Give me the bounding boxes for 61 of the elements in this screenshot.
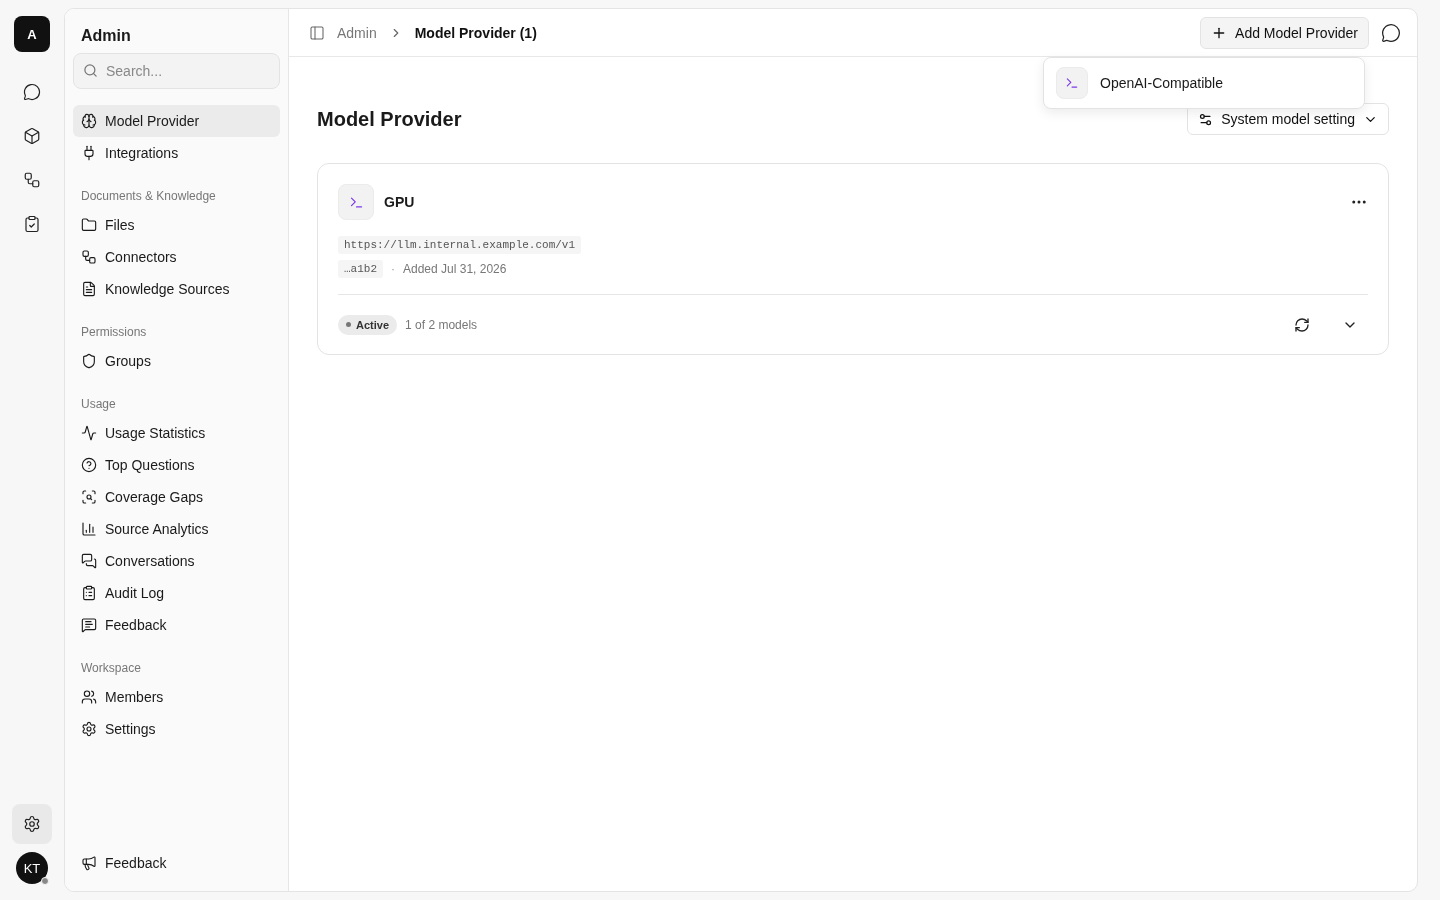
folder-icon xyxy=(81,217,97,233)
megaphone-icon xyxy=(81,855,97,871)
section-heading: Permissions xyxy=(80,324,148,341)
api-key: …a1b2 xyxy=(338,260,383,278)
document-icon xyxy=(81,281,97,297)
bar-chart-icon xyxy=(81,521,97,537)
nav-item[interactable]: Model Provider xyxy=(73,105,280,137)
separator-dot: · xyxy=(391,262,395,276)
settings-icon xyxy=(81,721,97,737)
nav-item[interactable]: Settings xyxy=(73,713,280,745)
nav-item[interactable]: Feedback xyxy=(73,609,280,641)
added-date: Added Jul 31, 2026 xyxy=(403,262,507,276)
plug-icon xyxy=(81,145,97,161)
nav-item[interactable]: Connectors xyxy=(73,241,280,273)
shield-icon xyxy=(81,353,97,369)
nav-item[interactable]: Members xyxy=(73,681,280,713)
settings-button[interactable] xyxy=(12,804,52,844)
nav-item[interactable]: Files xyxy=(73,209,280,241)
chat-icon[interactable] xyxy=(1381,22,1401,43)
message-icon xyxy=(81,617,97,633)
scan-icon xyxy=(81,489,97,505)
breadcrumb-item: Model Provider (1) xyxy=(414,24,537,41)
nav-item[interactable]: Top Questions xyxy=(73,449,280,481)
nav-item[interactable]: Integrations xyxy=(73,137,280,169)
brain-icon xyxy=(81,113,97,129)
chat-bubbles-icon xyxy=(81,553,97,569)
pulse-icon xyxy=(81,425,97,441)
page-title: Model Provider xyxy=(317,107,462,131)
nav-item[interactable]: Conversations xyxy=(73,545,280,577)
search-icon xyxy=(83,63,98,78)
sidebar-toggle-icon[interactable] xyxy=(309,24,325,41)
users-icon xyxy=(81,689,97,705)
model-count: 1 of 2 models xyxy=(405,317,478,332)
gear-icon xyxy=(23,815,41,833)
connector-icon xyxy=(81,249,97,265)
terminal-icon xyxy=(338,184,374,220)
sidebar-title: Admin xyxy=(80,26,132,46)
provider-url: https://llm.internal.example.com/v1 xyxy=(338,236,582,254)
feedback-link[interactable]: Feedback xyxy=(73,847,280,879)
nav-item[interactable]: Source Analytics xyxy=(73,513,280,545)
sliders-icon xyxy=(1198,111,1214,127)
app-logo[interactable]: A xyxy=(14,16,50,52)
nav-item[interactable]: Usage Statistics xyxy=(73,417,280,449)
clipboard-icon xyxy=(81,585,97,601)
search-field[interactable]: Search... xyxy=(73,53,280,89)
help-icon xyxy=(81,457,97,473)
section-heading: Usage xyxy=(80,396,117,413)
nav-item[interactable]: Groups xyxy=(73,345,280,377)
refresh-icon[interactable] xyxy=(1294,316,1310,333)
breadcrumb-item[interactable]: Admin xyxy=(337,24,377,41)
user-avatar[interactable]: KT xyxy=(16,852,48,884)
add-provider-button[interactable]: Add Model Provider xyxy=(1200,16,1369,49)
provider-name: GPU xyxy=(384,194,416,210)
section-heading: Workspace xyxy=(80,660,142,677)
section-heading: Documents & Knowledge xyxy=(80,188,217,205)
terminal-icon xyxy=(1056,67,1088,99)
nav-item[interactable]: Knowledge Sources xyxy=(73,273,280,305)
status-badge: Active xyxy=(338,314,398,335)
nav-item[interactable]: Coverage Gaps xyxy=(73,481,280,513)
nav-item[interactable]: Audit Log xyxy=(73,577,280,609)
menu-item[interactable]: OpenAI-Compatible xyxy=(1056,63,1352,103)
